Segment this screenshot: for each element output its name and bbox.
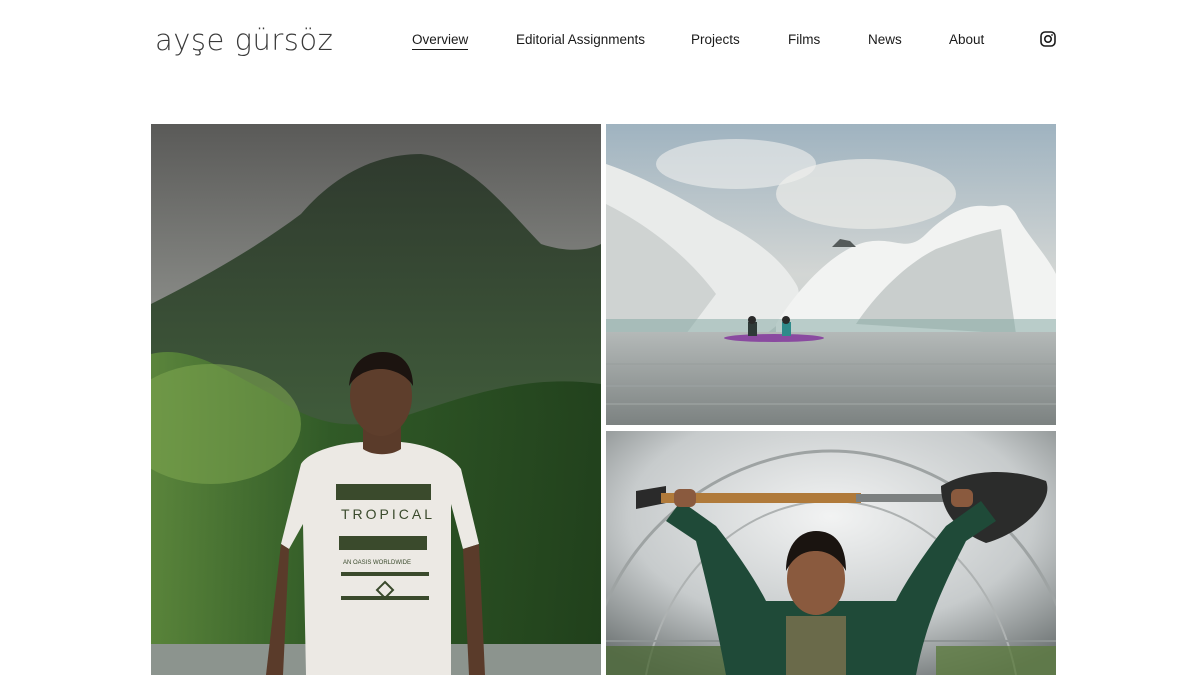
nav-news[interactable]: News [868,31,902,49]
site-header: ayşe gürsöz Overview Editorial Assignmen… [0,0,1200,80]
gallery-image-portrait-mountain[interactable]: TROPICAL AN OASIS WORLDWIDE [151,124,601,675]
nav-projects[interactable]: Projects [691,31,740,49]
nav-films[interactable]: Films [788,31,820,49]
main-nav: Overview Editorial Assignments Projects … [0,31,1200,51]
gallery-image-glacier-kayak[interactable] [606,124,1056,425]
nav-about[interactable]: About [949,31,984,49]
gallery-image-shovel-greenhouse[interactable] [606,431,1056,675]
nav-editorial-assignments[interactable]: Editorial Assignments [516,31,645,49]
instagram-icon[interactable] [1040,31,1056,47]
shirt-subtext: AN OASIS WORLDWIDE [343,560,411,566]
shirt-text: TROPICAL [341,506,435,522]
nav-overview[interactable]: Overview [412,31,469,50]
